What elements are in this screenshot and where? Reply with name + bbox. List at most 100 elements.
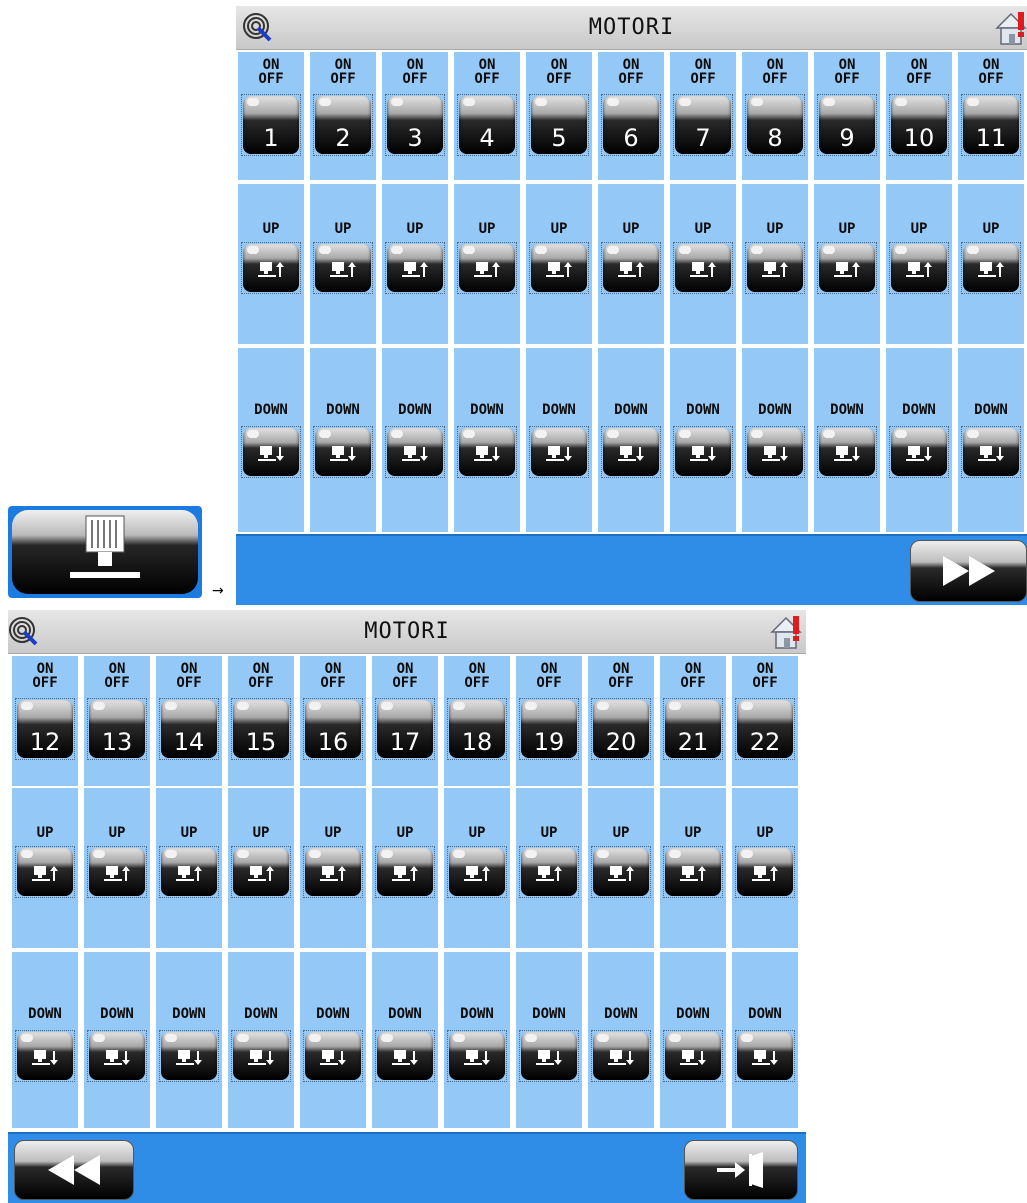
motori-menu-button[interactable] — [8, 506, 202, 598]
motor-up-button[interactable] — [15, 846, 75, 898]
motor-onoff-button[interactable]: 22 — [735, 698, 795, 760]
motor-down-button[interactable] — [87, 1030, 147, 1082]
motor-up-button[interactable] — [519, 846, 579, 898]
motor-down-button[interactable] — [591, 1030, 651, 1082]
motor-onoff-button[interactable]: 9 — [817, 94, 877, 156]
motor-up-button[interactable] — [375, 846, 435, 898]
motor-down-button[interactable] — [673, 426, 733, 478]
motor-onoff-button[interactable]: 5 — [529, 94, 589, 156]
knob-highlight — [21, 850, 33, 858]
motor-up-button[interactable] — [303, 846, 363, 898]
off-label: OFF — [32, 675, 58, 691]
motor-onoff-button[interactable]: 4 — [457, 94, 517, 156]
motor-up-button[interactable] — [961, 242, 1021, 294]
motor-onoff-button[interactable]: 20 — [591, 698, 651, 760]
on-label: ON — [478, 57, 496, 73]
motor-onoff-button[interactable]: 13 — [87, 698, 147, 760]
motor-up-cell: UP — [526, 184, 592, 344]
knob-highlight — [391, 98, 403, 106]
motor-up-button[interactable] — [889, 242, 949, 294]
motor-up-button[interactable] — [447, 846, 507, 898]
on-label: ON — [324, 661, 342, 677]
down-label: DOWN — [460, 1006, 494, 1022]
motor-up-button[interactable] — [735, 846, 795, 898]
motor-onoff-button[interactable]: 7 — [673, 94, 733, 156]
off-label: OFF — [176, 675, 202, 691]
motor-down-button[interactable] — [601, 426, 661, 478]
motor-up-button[interactable] — [673, 242, 733, 294]
motor-up-button[interactable] — [87, 846, 147, 898]
motor-up-button[interactable] — [385, 242, 445, 294]
motor-down-button[interactable] — [961, 426, 1021, 478]
exit-button[interactable] — [684, 1140, 798, 1200]
motor-up-button[interactable] — [745, 242, 805, 294]
motor-onoff-button[interactable]: 21 — [663, 698, 723, 760]
motor-up-button[interactable] — [241, 242, 301, 294]
motor-onoff-button[interactable]: 14 — [159, 698, 219, 760]
motor-up-button[interactable] — [529, 242, 589, 294]
motor-up-button[interactable] — [159, 846, 219, 898]
knob-highlight — [597, 850, 609, 858]
off-label: OFF — [474, 71, 500, 87]
home-alert-icon[interactable] — [991, 8, 1027, 48]
motor-onoff-button[interactable]: 16 — [303, 698, 363, 760]
on-label: ON — [756, 661, 774, 677]
motor-down-button[interactable] — [159, 1030, 219, 1082]
motor-onoff-button[interactable]: 11 — [961, 94, 1021, 156]
motor-onoff-button[interactable]: 2 — [313, 94, 373, 156]
screen-motori-page-2: MOTORI ON OFF 12 UP DOWN ON OFF 13 UP DOWN ON OFF 14… — [8, 610, 806, 1203]
motor-onoff-button[interactable]: 3 — [385, 94, 445, 156]
motor-down-cell: DOWN — [300, 952, 366, 1128]
motor-number: 13 — [101, 728, 133, 756]
motor-down-button[interactable] — [663, 1030, 723, 1082]
motor-up-icon — [248, 866, 274, 882]
motor-up-button[interactable] — [601, 242, 661, 294]
page-title: MOTORI — [364, 619, 450, 644]
motor-onoff-button[interactable]: 12 — [15, 698, 75, 760]
motor-down-button[interactable] — [457, 426, 517, 478]
motor-down-button[interactable] — [817, 426, 877, 478]
motor-down-button[interactable] — [735, 1030, 795, 1082]
motor-down-button[interactable] — [15, 1030, 75, 1082]
motor-onoff-knob: 11 — [963, 96, 1019, 154]
down-label: DOWN — [614, 402, 648, 418]
motor-down-button[interactable] — [745, 426, 805, 478]
motor-up-button[interactable] — [313, 242, 373, 294]
motor-up-knob — [891, 244, 947, 292]
motor-up-button[interactable] — [591, 846, 651, 898]
motor-onoff-button[interactable]: 17 — [375, 698, 435, 760]
motor-down-button[interactable] — [889, 426, 949, 478]
motor-down-button[interactable] — [529, 426, 589, 478]
motor-up-button[interactable] — [817, 242, 877, 294]
motor-down-cell: DOWN — [670, 348, 736, 532]
motor-down-button[interactable] — [231, 1030, 291, 1082]
motor-down-button[interactable] — [519, 1030, 579, 1082]
knob-highlight — [319, 98, 331, 106]
motor-onoff-button[interactable]: 8 — [745, 94, 805, 156]
motor-onoff-knob: 1 — [243, 96, 299, 154]
motor-up-knob — [17, 848, 73, 896]
motor-onoff-cell: ON OFF 17 — [372, 656, 438, 786]
previous-page-button[interactable] — [14, 1140, 134, 1200]
motor-down-button[interactable] — [313, 426, 373, 478]
motor-onoff-button[interactable]: 1 — [241, 94, 301, 156]
motor-up-button[interactable] — [457, 242, 517, 294]
motor-onoff-cell: ON OFF 6 — [598, 52, 664, 180]
on-label: ON — [262, 57, 280, 73]
knob-highlight — [165, 850, 177, 858]
motor-down-button[interactable] — [303, 1030, 363, 1082]
motor-down-button[interactable] — [241, 426, 301, 478]
motor-up-button[interactable] — [663, 846, 723, 898]
motor-onoff-button[interactable]: 15 — [231, 698, 291, 760]
motor-down-button[interactable] — [375, 1030, 435, 1082]
motor-onoff-button[interactable]: 19 — [519, 698, 579, 760]
motor-down-button[interactable] — [385, 426, 445, 478]
motor-onoff-button[interactable]: 10 — [889, 94, 949, 156]
motor-up-button[interactable] — [231, 846, 291, 898]
motor-onoff-button[interactable]: 6 — [601, 94, 661, 156]
home-alert-icon[interactable] — [766, 612, 806, 652]
next-page-button[interactable] — [910, 540, 1027, 602]
exit-door-icon — [717, 1152, 763, 1188]
motor-down-button[interactable] — [447, 1030, 507, 1082]
motor-onoff-button[interactable]: 18 — [447, 698, 507, 760]
